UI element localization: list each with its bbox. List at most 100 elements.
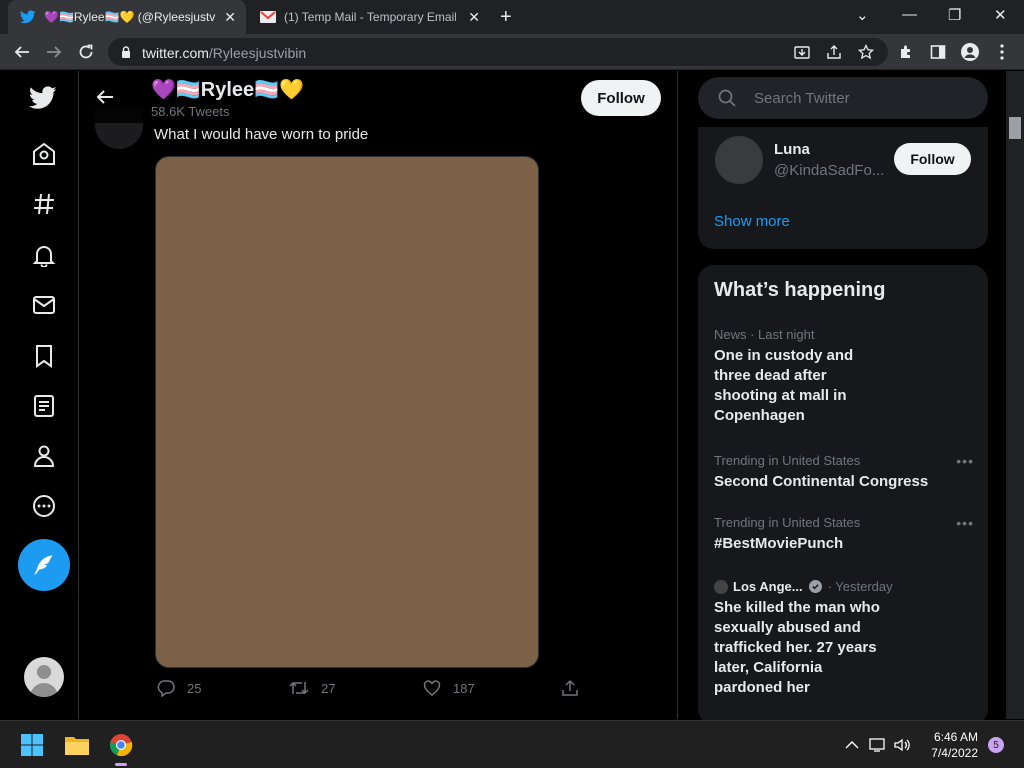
notification-badge[interactable]: 5: [988, 737, 1004, 753]
tab-title: 💜🏳️‍⚧️Rylee🏳️‍⚧️💛 (@Ryleesjustvibin): [44, 10, 216, 24]
scrollbar-thumb[interactable]: [1009, 117, 1021, 139]
search-placeholder: Search Twitter: [754, 90, 850, 107]
retweet-action[interactable]: 27: [289, 679, 335, 697]
new-tab-icon[interactable]: +: [500, 6, 512, 29]
search-icon: [718, 89, 736, 112]
retweet-count: 27: [321, 680, 336, 696]
like-count: 187: [453, 680, 475, 696]
trend-meta-row: Los Ange... · Yesterday: [714, 579, 914, 594]
share-action[interactable]: [561, 679, 591, 697]
restore-icon[interactable]: ❐: [948, 6, 961, 24]
more-circle-icon[interactable]: [30, 492, 58, 520]
like-action[interactable]: 187: [423, 679, 475, 697]
tab-search-icon[interactable]: ⌄: [856, 6, 869, 24]
extensions-icon[interactable]: [896, 42, 916, 62]
messages-envelope-icon[interactable]: [30, 291, 58, 319]
back-arrow-icon[interactable]: [95, 87, 115, 107]
suggested-user-name[interactable]: Luna: [774, 141, 810, 158]
trend-meta: News · Last night: [714, 327, 815, 342]
reload-icon[interactable]: [74, 40, 98, 64]
side-panel-icon[interactable]: [928, 42, 948, 62]
tab-twitter-profile[interactable]: 💜🏳️‍⚧️Rylee🏳️‍⚧️💛 (@Ryleesjustvibin) ✕: [8, 0, 246, 34]
forward-arrow-icon[interactable]: [42, 40, 66, 64]
close-tab-icon[interactable]: ✕: [468, 9, 480, 26]
tweet-text: What I would have worn to pride: [154, 126, 369, 143]
address-bar[interactable]: twitter.com/Ryleesjustvibin: [108, 38, 888, 66]
clock-time: 6:46 AM: [933, 730, 978, 744]
trend-item[interactable]: Trending in United States #BestMoviePunc…: [714, 515, 974, 554]
reply-action[interactable]: 25: [157, 679, 201, 697]
trend-meta: · Yesterday: [827, 579, 893, 594]
suggested-user-handle: @KindaSadFo...: [774, 162, 885, 179]
profile-person-icon[interactable]: [30, 442, 58, 470]
chrome-icon[interactable]: [105, 729, 137, 766]
trend-item[interactable]: Los Ange... · Yesterday She killed the m…: [714, 579, 893, 698]
twitter-logo-icon[interactable]: [29, 84, 57, 112]
retweet-icon: [289, 681, 309, 695]
trend-meta: Trending in United States: [714, 453, 861, 468]
notifications-bell-icon[interactable]: [30, 241, 58, 269]
explore-hashtag-icon[interactable]: [30, 190, 58, 218]
system-clock[interactable]: 6:46 AM 7/4/2022: [920, 729, 978, 761]
trend-headline: Second Continental Congress: [714, 473, 929, 490]
tab-title: (1) Temp Mail - Temporary Email: [284, 10, 456, 24]
active-app-indicator: [115, 763, 127, 766]
news-source-name: Los Ange...: [733, 579, 803, 594]
search-input[interactable]: Search Twitter: [698, 77, 988, 119]
bookmarks-icon[interactable]: [30, 342, 58, 370]
account-avatar[interactable]: [24, 657, 64, 697]
trend-item[interactable]: News · Last night One in custody and thr…: [714, 327, 874, 426]
main-column: What I would have worn to pride 25 27 18…: [79, 71, 678, 719]
tweet-media-image[interactable]: [155, 156, 539, 668]
news-source-avatar: [714, 579, 728, 594]
tab-temp-mail[interactable]: (1) Temp Mail - Temporary Email ✕: [250, 0, 490, 34]
close-window-icon[interactable]: ✕: [994, 6, 1007, 24]
more-options-icon[interactable]: •••: [956, 453, 974, 469]
bookmark-star-icon[interactable]: [856, 42, 876, 62]
twitter-page: What I would have worn to pride 25 27 18…: [0, 71, 1024, 725]
follow-suggested-button[interactable]: Follow: [894, 143, 971, 175]
profile-header: 💜🏳️‍⚧️Rylee🏳️‍⚧️💛 58.6K Tweets Follow: [79, 71, 677, 123]
windows-taskbar: 6:46 AM 7/4/2022 5: [0, 720, 1024, 768]
trend-headline: One in custody and three dead after shoo…: [714, 347, 854, 424]
close-tab-icon[interactable]: ✕: [224, 9, 236, 26]
home-icon[interactable]: [30, 140, 58, 168]
install-app-icon[interactable]: [792, 42, 812, 62]
url-path: /Ryleesjustvibin: [208, 45, 307, 61]
trend-headline: She killed the man who sexually abused a…: [714, 599, 880, 696]
clock-date: 7/4/2022: [931, 746, 978, 760]
share-icon[interactable]: [824, 42, 844, 62]
whats-happening-card: What’s happening News · Last night One i…: [698, 265, 988, 725]
trend-headline: #BestMoviePunch: [714, 535, 844, 552]
file-explorer-icon[interactable]: [61, 729, 93, 761]
trend-item[interactable]: Trending in United States Second Contine…: [714, 453, 974, 492]
url-text: twitter.com/Ryleesjustvibin: [142, 45, 306, 61]
url-host: twitter.com: [142, 45, 209, 61]
back-arrow-icon[interactable]: [10, 40, 34, 64]
menu-kebab-icon[interactable]: [992, 42, 1012, 62]
compose-tweet-button[interactable]: [18, 539, 70, 591]
twitter-bird-icon: [20, 9, 36, 25]
reply-count: 25: [187, 680, 202, 696]
minimize-icon[interactable]: —: [902, 6, 917, 23]
volume-icon[interactable]: [886, 729, 918, 761]
feather-quill-icon: [34, 555, 53, 575]
show-more-link[interactable]: Show more: [714, 213, 790, 230]
reply-bubble-icon: [157, 680, 175, 697]
follow-button[interactable]: Follow: [581, 80, 661, 116]
who-to-follow-card: Luna @KindaSadFo... Follow Show more: [698, 127, 988, 249]
tweet-count: 58.6K Tweets: [151, 104, 230, 119]
page-scrollbar[interactable]: [1006, 71, 1024, 719]
lists-icon[interactable]: [30, 392, 58, 420]
windows-start-icon[interactable]: [16, 729, 48, 761]
heart-icon: [423, 680, 441, 696]
profile-name: 💜🏳️‍⚧️Rylee🏳️‍⚧️💛: [151, 79, 304, 101]
whats-happening-title: What’s happening: [714, 279, 886, 301]
suggested-user-avatar[interactable]: [715, 136, 763, 184]
verified-badge-icon: [808, 580, 822, 593]
lock-icon: [120, 45, 132, 58]
browser-toolbar: twitter.com/Ryleesjustvibin: [0, 34, 1024, 70]
more-options-icon[interactable]: •••: [956, 515, 974, 531]
share-upload-icon: [562, 679, 578, 696]
profile-icon[interactable]: [960, 42, 980, 62]
